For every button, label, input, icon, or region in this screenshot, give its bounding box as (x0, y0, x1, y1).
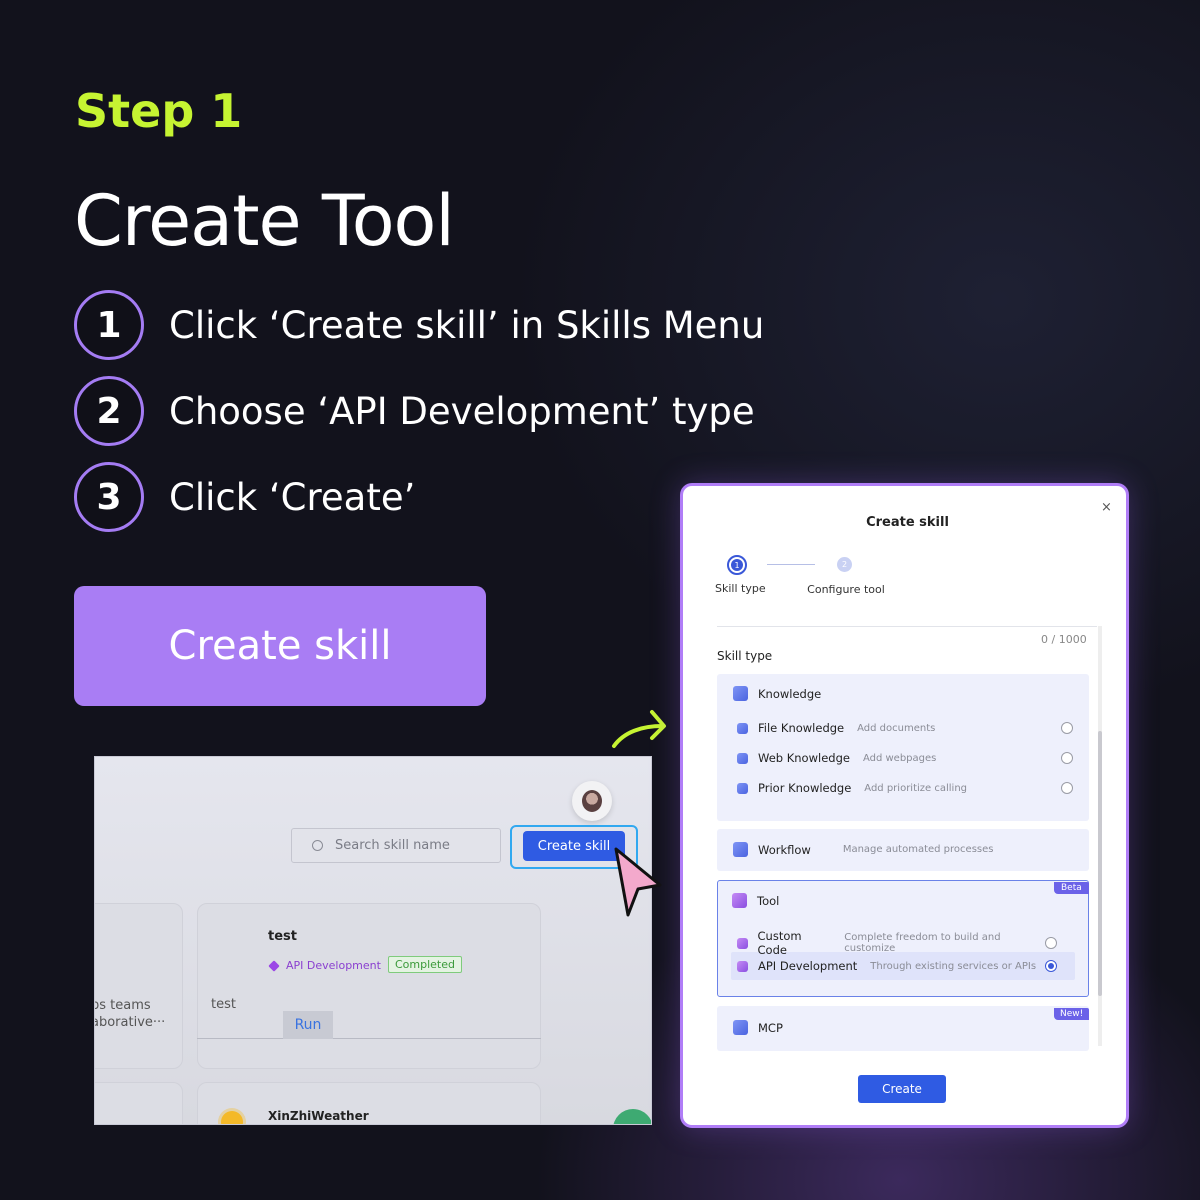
curved-arrow-icon (612, 710, 666, 748)
skills-menu-screenshot: Search skill name Create skill ps teams … (94, 756, 652, 1125)
code-icon (737, 937, 748, 949)
card-divider (197, 1038, 541, 1039)
skill-card[interactable] (197, 903, 541, 1069)
step-number-badge: 3 (74, 462, 144, 532)
radio-button-selected[interactable] (1045, 960, 1057, 972)
option-custom-code[interactable]: Custom Code Complete freedom to build an… (737, 929, 1057, 957)
new-badge: New! (1054, 1008, 1090, 1020)
search-icon (312, 840, 323, 851)
stepper-connector (767, 564, 815, 565)
chat-bubble-icon[interactable] (613, 1109, 651, 1124)
knowledge-icon (733, 686, 748, 701)
stepper-step-1: 1 (727, 555, 747, 575)
knowledge-header: Knowledge (733, 686, 821, 701)
run-button[interactable]: Run (283, 1011, 333, 1039)
stepper-label: Skill type (715, 582, 766, 595)
mcp-icon (733, 1020, 748, 1035)
skill-card[interactable] (197, 1082, 541, 1124)
radio-button[interactable] (1061, 722, 1073, 734)
char-counter: 0 / 1000 (1041, 633, 1087, 646)
skill-card[interactable] (95, 1082, 183, 1124)
tag-icon (268, 959, 280, 972)
api-icon (737, 960, 748, 972)
stepper-label: Configure tool (807, 583, 885, 596)
step-number-badge: 1 (74, 290, 144, 360)
workflow-icon (733, 842, 748, 857)
file-icon (737, 722, 748, 734)
globe-icon (737, 752, 748, 764)
knowledge-section: Knowledge File Knowledge Add documents W… (717, 674, 1089, 821)
step-number-badge: 2 (74, 376, 144, 446)
page-title: Create Tool (74, 180, 455, 262)
step-label: Step 1 (75, 84, 243, 138)
option-api-development[interactable]: API Development Through existing service… (737, 959, 1057, 973)
card-title: test (268, 929, 297, 944)
tool-icon (732, 893, 747, 908)
create-button[interactable]: Create (858, 1075, 946, 1103)
search-input[interactable]: Search skill name (291, 828, 501, 863)
search-placeholder: Search skill name (335, 838, 450, 853)
step-text: Click ‘Create’ (169, 475, 416, 519)
book-icon (737, 782, 748, 794)
step-item-2: 2 Choose ‘API Development’ type (74, 376, 755, 446)
card-type-tag: API Development (268, 959, 381, 972)
dialog-title: Create skill (866, 515, 949, 530)
radio-button[interactable] (1061, 782, 1073, 794)
option-workflow[interactable]: Workflow Manage automated processes (717, 829, 1089, 871)
option-web-knowledge[interactable]: Web Knowledge Add webpages (737, 751, 1077, 765)
radio-button[interactable] (1061, 752, 1073, 764)
step-item-3: 3 Click ‘Create’ (74, 462, 415, 532)
step-text: Choose ‘API Development’ type (169, 389, 755, 433)
create-skill-cta-button[interactable]: Create skill (74, 586, 486, 706)
tool-header: Tool (732, 893, 779, 908)
option-file-knowledge[interactable]: File Knowledge Add documents (737, 721, 1077, 735)
card-description: test (211, 997, 236, 1012)
beta-badge: Beta (1054, 882, 1089, 894)
option-mcp[interactable]: MCP (717, 1006, 1089, 1051)
scrollbar-thumb[interactable] (1098, 731, 1102, 996)
section-label: Skill type (717, 649, 773, 663)
description-field-edge (717, 626, 1097, 627)
close-icon[interactable]: × (1101, 500, 1112, 515)
option-prior-knowledge[interactable]: Prior Knowledge Add prioritize calling (737, 781, 1077, 795)
card-description-truncated: ps teams aborative··· (94, 998, 166, 1030)
skill-card[interactable] (95, 903, 183, 1069)
stepper-step-2: 2 (837, 557, 852, 572)
step-item-1: 1 Click ‘Create skill’ in Skills Menu (74, 290, 764, 360)
step-text: Click ‘Create skill’ in Skills Menu (169, 303, 765, 347)
radio-button[interactable] (1045, 937, 1057, 949)
avatar-photo (582, 790, 602, 812)
card-title: XinZhiWeather (268, 1109, 369, 1123)
status-badge: Completed (388, 956, 462, 973)
mouse-cursor-icon (614, 847, 662, 917)
create-skill-dialog: Create skill × 1 2 Skill type Configure … (680, 483, 1129, 1128)
avatar[interactable] (572, 781, 612, 821)
